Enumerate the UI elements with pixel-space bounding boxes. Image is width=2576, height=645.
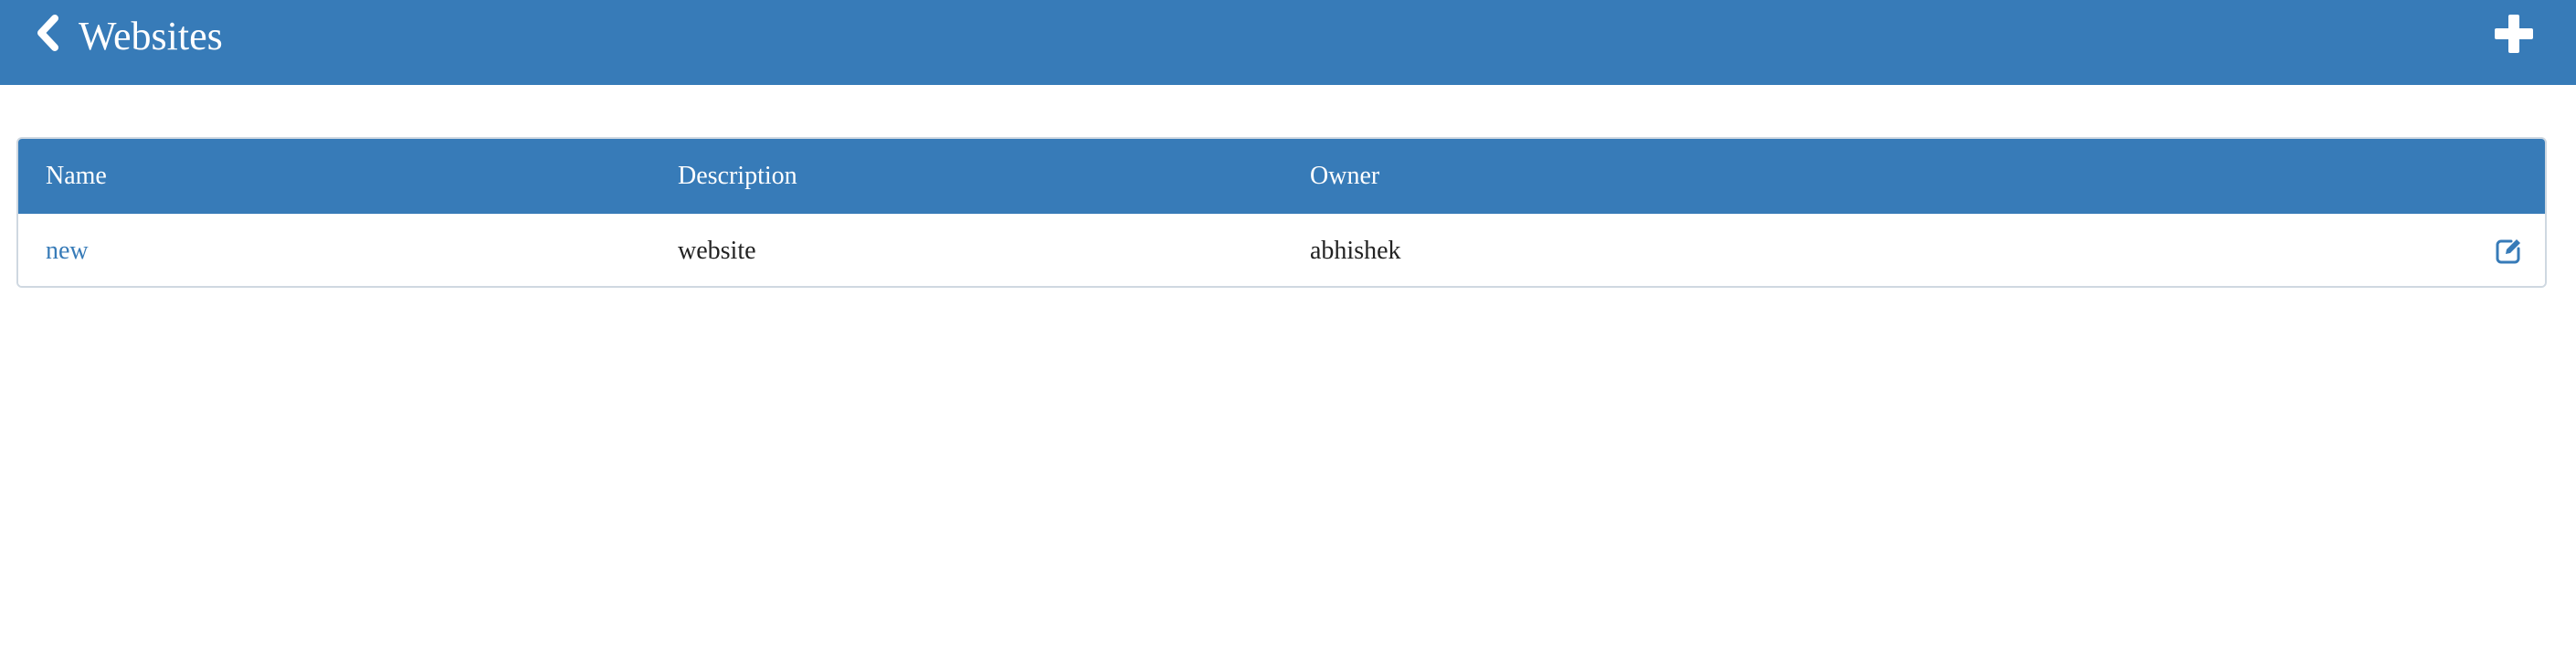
website-description: website bbox=[678, 236, 756, 265]
website-name-link[interactable]: new bbox=[46, 214, 89, 286]
table-header-row: Name Description Owner bbox=[18, 139, 2545, 214]
table-row: new website abhishek bbox=[18, 214, 2545, 286]
column-header-description: Description bbox=[678, 162, 797, 190]
page-title: Websites bbox=[79, 14, 223, 58]
chevron-left-icon[interactable] bbox=[33, 15, 60, 51]
edit-icon[interactable] bbox=[2494, 237, 2523, 266]
website-owner: abhishek bbox=[1310, 236, 1401, 265]
column-header-owner: Owner bbox=[1310, 162, 1380, 190]
plus-icon[interactable] bbox=[2495, 15, 2533, 53]
column-header-name: Name bbox=[46, 162, 107, 190]
websites-table-panel: Name Description Owner new website abhis… bbox=[16, 137, 2547, 288]
top-navbar: Websites bbox=[0, 0, 2576, 85]
